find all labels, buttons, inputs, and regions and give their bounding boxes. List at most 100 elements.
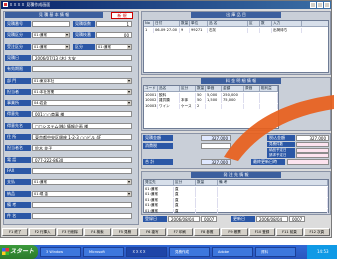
grid-column-header: 数量 <box>196 180 218 185</box>
field-input[interactable]: 00 <box>96 32 132 39</box>
clock: 14:53 <box>317 249 329 254</box>
taskbar-task[interactable]: Adobe <box>212 247 253 257</box>
taskbar-task[interactable]: 資料 <box>255 247 296 257</box>
field-dropdown[interactable]: 01:東京本社 <box>32 77 132 84</box>
table-row[interactable]: 01:通常直 <box>144 203 328 209</box>
field-input[interactable]: 東京都中央区銀座 1-2-3 ○○ビル 4F <box>32 134 132 140</box>
table-cell: 06-09 27-00 <box>154 28 180 33</box>
taskbar-task[interactable]: 見積作成 <box>169 247 210 257</box>
function-key-button[interactable]: F12 次頁 <box>303 228 331 236</box>
grid-column-header: 入力 <box>272 21 302 26</box>
grid-column-header: 区分 <box>180 86 196 91</box>
supplier-grid[interactable]: 発注先 区分 数量備 考 01:通常直 01:通常直 01:通常直 01:通常直 01:通常… <box>143 179 329 214</box>
function-key-button[interactable]: F10 登録 <box>248 228 276 236</box>
field-label: 部 門 <box>5 77 31 84</box>
field-input[interactable] <box>32 21 70 27</box>
function-key-button[interactable]: F11 前頁 <box>276 228 303 236</box>
created-label: 登録日 <box>143 216 167 222</box>
field-dropdown[interactable]: 01:通常 <box>32 43 70 50</box>
table-cell: 10002 <box>145 98 158 104</box>
minimize-button[interactable] <box>310 2 316 8</box>
close-button[interactable] <box>324 2 330 8</box>
items-title: 料 金 明 細 情 報 <box>201 78 281 84</box>
start-label: スタート <box>10 248 35 255</box>
function-key-button[interactable]: F2 行挿入 <box>29 228 56 236</box>
table-cell: 01:通常 <box>144 203 174 209</box>
field-input[interactable] <box>32 167 132 174</box>
table-cell: 9 <box>180 28 190 33</box>
window-title: ＸＸＸＸ 見積作成画面 <box>9 2 51 7</box>
start-button[interactable]: スタート <box>0 245 38 259</box>
field-input[interactable]: 2006/07/13 (木) 大安 <box>32 54 132 61</box>
table-row[interactable]: 01:通常直 <box>144 208 328 214</box>
field-dropdown[interactable]: 01:通常 <box>32 32 70 39</box>
table-cell <box>196 192 218 198</box>
table-cell: 2 <box>196 103 206 109</box>
shipment-grid[interactable]: No 日付 数量 単位品 名区数入力 1 06-09 27-00 9 99271 石灰 出荷待ち <box>143 20 329 73</box>
decorative-swoosh <box>224 95 334 161</box>
table-cell: 10001 <box>145 93 158 98</box>
grid-column-header: 備 考 <box>218 180 328 185</box>
field-label: 見積枝番 <box>73 32 95 39</box>
function-key-button[interactable]: F7 印刷 <box>166 228 193 236</box>
taskbar-task[interactable]: 3 Window <box>40 247 81 257</box>
created-date: 2006/08/04 <box>168 216 200 222</box>
table-row[interactable]: 1 06-09 27-00 9 99271 石灰 出荷待ち <box>144 28 302 33</box>
field-dropdown[interactable]: 01:本社営業 <box>32 88 132 95</box>
function-key-button[interactable]: F6 複写 <box>139 228 166 236</box>
field-label: 担当者名 <box>5 145 31 152</box>
table-cell: 1 <box>144 28 154 33</box>
field-dropdown[interactable]: 01:現 金 <box>32 190 132 197</box>
field-dropdown[interactable]: 01:通常 <box>32 179 132 186</box>
table-row[interactable]: 01:通常直 <box>144 192 328 198</box>
field-label: FAX <box>5 167 31 174</box>
table-cell: 出荷待ち <box>272 28 302 33</box>
field-dropdown[interactable]: 04:岩倉 <box>32 100 132 107</box>
function-key-button[interactable]: F4 検索 <box>84 228 111 236</box>
table-row[interactable]: 01:通常直 <box>144 187 328 192</box>
grid-column-header: 数 <box>260 21 272 26</box>
app-icon <box>3 2 8 7</box>
field-input[interactable] <box>32 213 132 220</box>
function-key-button[interactable]: F9 帳票 <box>221 228 248 236</box>
table-cell: 01:通常 <box>144 208 174 214</box>
basic-info-title: 見 積 基 本 情 報 <box>5 12 103 18</box>
field-input[interactable]: 1 <box>96 21 132 27</box>
field-input[interactable] <box>32 201 132 208</box>
field-label: 見積番号 <box>5 21 31 27</box>
field-input[interactable]: 077-222-8630 <box>32 156 132 163</box>
field-label: 件 名 <box>5 213 31 220</box>
field-input[interactable] <box>32 66 132 73</box>
table-cell: 直 <box>174 187 196 192</box>
grid-column-header: 区 <box>248 21 260 26</box>
total-label-amount: 見積金額 <box>143 135 173 141</box>
field-input[interactable]: □□システム(株) 情報企画 様 <box>32 122 132 129</box>
taskbar-task[interactable]: Microsoft <box>83 247 124 257</box>
function-key-button[interactable]: F5 見積 <box>111 228 139 236</box>
function-key-bar: F1 終了 F2 行挿入 F3 行削除 F4 検索 F5 見積 F6 複写 F7 印刷 F8 … <box>1 227 331 237</box>
table-cell <box>218 208 328 214</box>
field-input[interactable]: 001:○○商事 様 <box>32 111 132 118</box>
table-cell: 99271 <box>190 28 208 33</box>
updated-label: 更新日 <box>231 216 255 222</box>
field-input[interactable]: 鈴木 花子 <box>32 145 132 152</box>
table-cell: 01:通常 <box>144 197 174 203</box>
table-cell <box>260 28 272 33</box>
taskbar-task[interactable]: ＸＸＸＸ <box>126 247 167 257</box>
field-label: 支払 <box>5 179 31 186</box>
grid-column-header: 数量 <box>197 86 206 91</box>
table-cell: 直 <box>174 203 196 209</box>
table-cell: 石灰 <box>208 28 248 33</box>
field-label: 住 所 <box>5 134 31 140</box>
field-label: 事業所 <box>5 100 31 107</box>
field-label: 受注区分 <box>5 43 31 50</box>
table-cell <box>180 93 196 98</box>
table-cell: 01:通常 <box>144 187 174 192</box>
field-dropdown[interactable]: 01:通常 <box>96 43 132 50</box>
maximize-button[interactable] <box>317 2 323 8</box>
function-key-button[interactable]: F3 行削除 <box>56 228 84 236</box>
function-key-button[interactable]: F1 終了 <box>2 228 29 236</box>
table-row[interactable]: 01:通常直 <box>144 197 328 203</box>
function-key-button[interactable]: F8 参照 <box>193 228 221 236</box>
table-cell <box>196 208 218 214</box>
